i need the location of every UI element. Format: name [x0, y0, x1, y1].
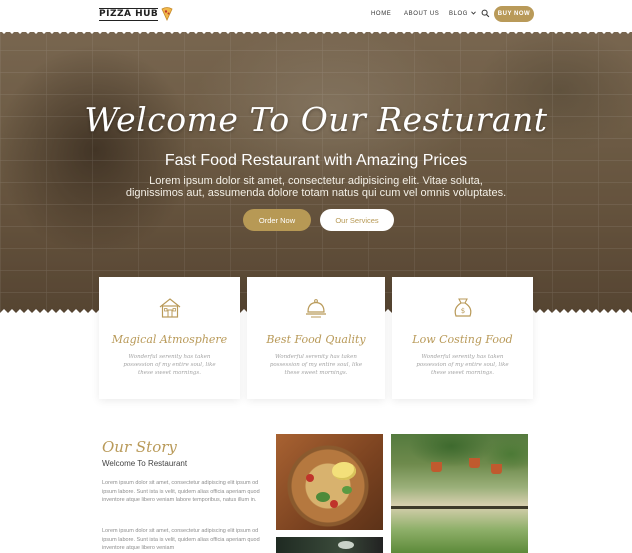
nav-blog-label: BLOG — [449, 11, 469, 17]
feature-text: Wonderful serenity has taken possession … — [416, 354, 509, 376]
flower-pot — [491, 464, 502, 474]
cloche-icon — [306, 299, 326, 318]
chevron-down-icon — [471, 11, 477, 16]
pizza-topping-lemon — [332, 462, 356, 480]
search-icon[interactable] — [481, 9, 490, 18]
story-subtitle: Welcome To Restaurant — [102, 459, 188, 468]
pizza-photo — [276, 434, 383, 530]
logo-text: PIZZA HUB — [99, 7, 159, 21]
nav-home-link[interactable]: HOME — [371, 11, 391, 17]
pizza-topping-tomato — [306, 474, 314, 482]
flower-pot — [469, 458, 480, 468]
feature-text: Wonderful serenity has taken possession … — [123, 354, 216, 376]
story-paragraph: Lorem ipsum dolor sit amet, consectetur … — [102, 480, 260, 503]
feature-card-atmosphere: Magical Atmosphere Wonderful serenity ha… — [99, 277, 240, 399]
house-icon — [159, 298, 180, 318]
order-now-button[interactable]: Order Now — [243, 209, 311, 231]
hero-subtitle: Fast Food Restaurant with Amazing Prices — [164, 152, 468, 169]
hero-overlay — [0, 30, 632, 315]
page: PIZZA HUB HOME ABOUT US BLOG BUY NOW Wel… — [0, 0, 632, 553]
terrace-railing — [391, 506, 528, 509]
feature-title: Best Food Quality — [266, 333, 366, 346]
nav-blog-link[interactable]: BLOG — [449, 11, 477, 17]
svg-text:$: $ — [460, 307, 464, 315]
nav-about-link[interactable]: ABOUT US — [404, 11, 439, 17]
feature-title: Low Costing Food — [412, 333, 513, 346]
buy-now-button[interactable]: BUY NOW — [494, 6, 534, 22]
flower-pot — [431, 462, 442, 472]
logo[interactable]: PIZZA HUB — [99, 7, 173, 21]
hero-description: Lorem ipsum dolor sit amet, consectetur … — [125, 175, 507, 199]
pizza-topping-herb — [316, 492, 330, 502]
top-navbar: PIZZA HUB HOME ABOUT US BLOG BUY NOW — [0, 0, 632, 32]
hero-title: Welcome To Our Resturant — [84, 100, 548, 139]
feature-title: Magical Atmosphere — [111, 333, 228, 346]
terrace-photo — [391, 434, 528, 553]
pizza-topping-herb — [342, 486, 352, 494]
money-bag-icon: $ — [454, 298, 471, 317]
story-paragraph: Lorem ipsum dolor sit amet, consectetur … — [102, 528, 260, 551]
story-script-title: Our Story — [102, 438, 177, 456]
our-services-button[interactable]: Our Services — [320, 209, 394, 231]
feature-card-quality: Best Food Quality Wonderful serenity has… — [247, 277, 385, 399]
dish-photo — [276, 537, 383, 553]
feature-card-cost: $ Low Costing Food Wonderful serenity ha… — [392, 277, 533, 399]
pizza-slice-icon — [161, 7, 173, 21]
pizza-topping-tomato — [330, 500, 338, 508]
dish-bowl — [338, 541, 354, 549]
hero-section — [0, 30, 632, 315]
feature-text: Wonderful serenity has taken possession … — [269, 354, 363, 376]
